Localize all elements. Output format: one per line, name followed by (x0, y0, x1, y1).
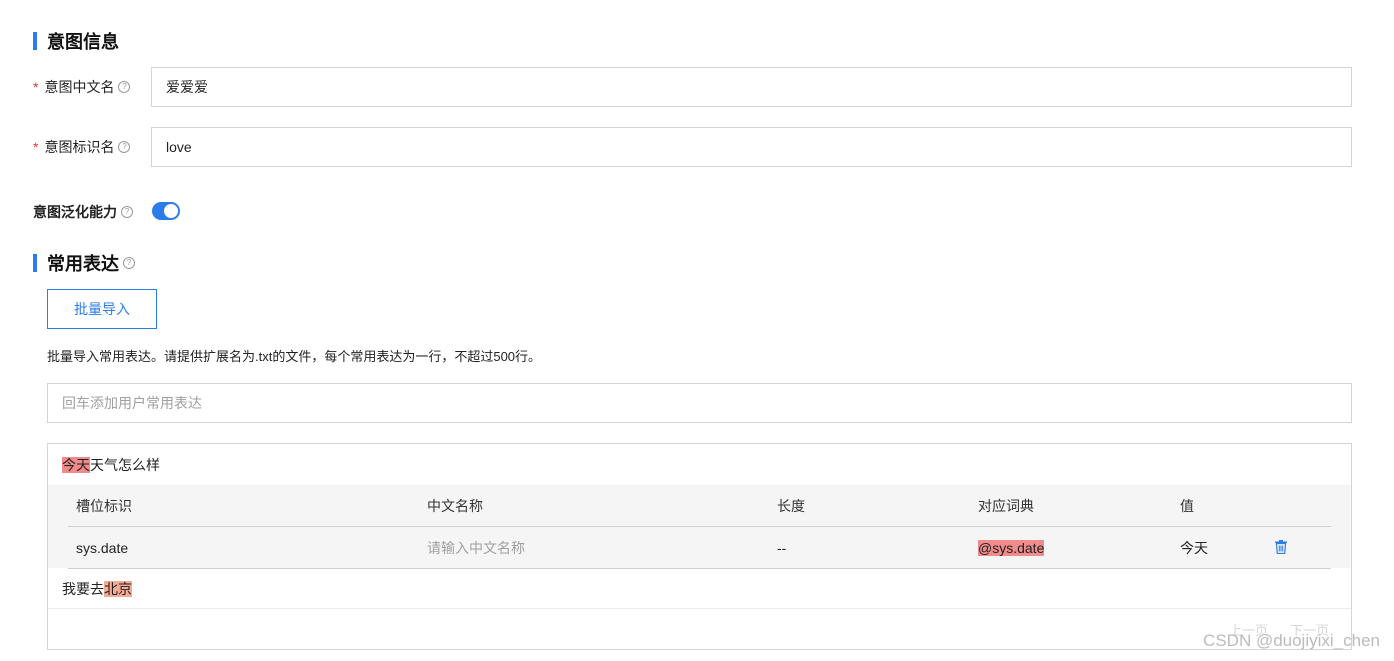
required-mark: * (33, 79, 39, 95)
header-slot-id: 槽位标识 (76, 497, 132, 514)
cn-name-input-value: 爱爱爱 (166, 79, 208, 95)
expression-list: 今天天气怎么样 槽位标识 中文名称 长度 对应词典 值 sys.date 请输入… (47, 443, 1352, 650)
length-cell: -- (777, 539, 787, 556)
generalize-label: 意图泛化能力 ? (33, 202, 133, 222)
header-length: 长度 (777, 497, 805, 514)
value-cell: 今天 (1180, 539, 1208, 556)
watermark: CSDN @duojiyixi_chen (1203, 631, 1380, 650)
slot-highlight[interactable]: 北京 (104, 581, 132, 597)
expression-text: 我要去 (62, 581, 104, 597)
header-value: 值 (1180, 497, 1194, 514)
generalize-label-text: 意图泛化能力 (33, 204, 117, 220)
expression-text: 天气怎么样 (90, 457, 160, 473)
id-name-input[interactable]: love (151, 127, 1352, 167)
slot-id-cell: sys.date (76, 539, 129, 556)
intent-section-title: 意图信息 (33, 28, 119, 54)
required-mark: * (33, 139, 39, 155)
batch-import-button[interactable]: 批量导入 (47, 289, 157, 329)
slot-highlight[interactable]: 今天 (62, 457, 90, 473)
section-accent-bar (33, 32, 37, 50)
import-hint: 批量导入常用表达。请提供扩展名为.txt的文件，每个常用表达为一行，不超过500… (47, 349, 542, 364)
add-expression-input[interactable]: 回车添加用户常用表达 (47, 383, 1352, 423)
help-icon[interactable]: ? (123, 257, 135, 269)
expression-item[interactable]: 今天天气怎么样 (62, 455, 160, 475)
help-icon[interactable]: ? (121, 206, 133, 218)
slot-table: 槽位标识 中文名称 长度 对应词典 值 sys.date 请输入中文名称 -- … (48, 485, 1351, 569)
table-row: sys.date 请输入中文名称 -- @sys.date 今天 (68, 527, 1331, 569)
dictionary-value: @sys.date (978, 539, 1045, 556)
cn-name-label-text: 意图中文名 (44, 79, 115, 95)
expression-item[interactable]: 我要去北京 (62, 579, 132, 599)
id-name-input-value: love (166, 139, 192, 155)
generalize-toggle[interactable] (152, 202, 180, 220)
help-icon[interactable]: ? (118, 141, 131, 153)
expressions-section-title: 常用表达 ? (33, 250, 135, 276)
dictionary-cell: @sys.date (978, 527, 1045, 568)
header-cn-name: 中文名称 (427, 497, 483, 514)
header-dictionary: 对应词典 (978, 497, 1034, 514)
cn-name-label: * 意图中文名 ? (33, 77, 131, 97)
cn-name-cell-input[interactable]: 请输入中文名称 (427, 527, 525, 568)
trash-icon[interactable] (1275, 540, 1287, 554)
toggle-knob (164, 204, 178, 218)
add-expression-placeholder: 回车添加用户常用表达 (62, 395, 202, 411)
id-name-label: * 意图标识名 ? (33, 137, 131, 157)
section-accent-bar (33, 254, 37, 272)
cn-name-input[interactable]: 爱爱爱 (151, 67, 1352, 107)
help-icon[interactable]: ? (118, 81, 131, 93)
slot-table-header: 槽位标识 中文名称 长度 对应词典 值 (68, 485, 1331, 527)
list-divider (48, 608, 1351, 609)
intent-section-title-text: 意图信息 (47, 32, 119, 52)
id-name-label-text: 意图标识名 (44, 139, 115, 155)
expressions-section-title-text: 常用表达 (47, 254, 119, 274)
